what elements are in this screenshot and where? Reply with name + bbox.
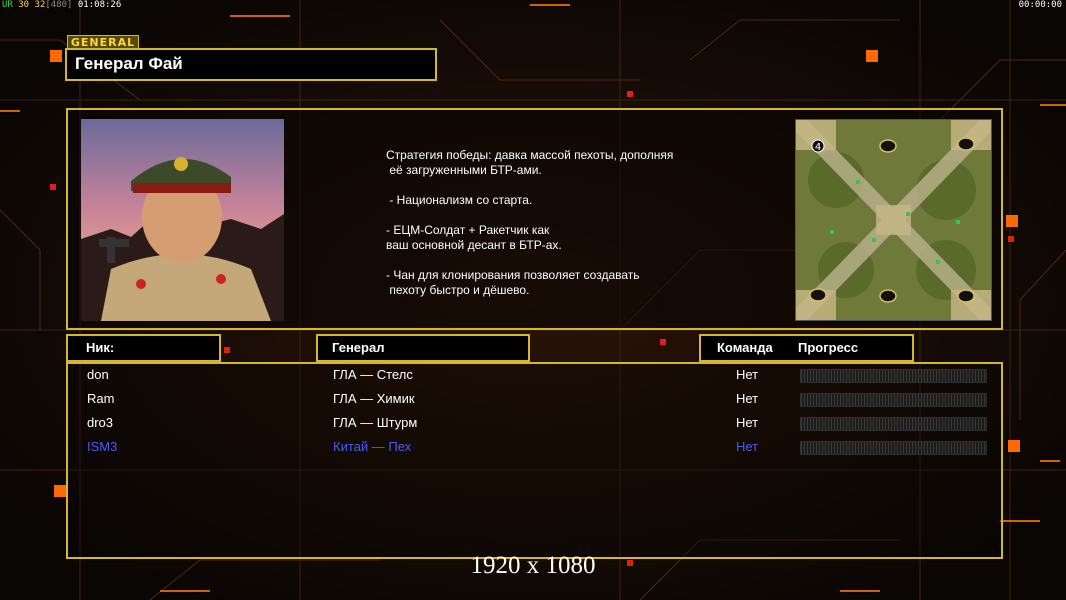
- strategy-line: - Чан для клонирования позволяет создава…: [386, 268, 640, 282]
- strategy-line: её загруженными БТР-ами.: [386, 163, 542, 177]
- strategy-line: - Национализм со старта.: [386, 193, 533, 207]
- player-list: don ГЛА — Стелс Нет Ram ГЛА — Химик Нет …: [66, 362, 1003, 559]
- strategy-line: ваш основной десант в БТР-ах.: [386, 238, 562, 252]
- column-label-general: Генерал: [332, 340, 385, 355]
- player-row: Ram ГЛА — Химик Нет: [68, 389, 1001, 409]
- strategy-line: пехоту быстро и дёшево.: [386, 283, 530, 297]
- column-header-general: Генерал: [316, 334, 530, 362]
- hud-game-time: 01:08:26: [77, 0, 122, 10]
- hud-value-b: 32: [34, 0, 46, 10]
- player-row: don ГЛА — Стелс Нет: [68, 365, 1001, 385]
- strategy-line: Стратегия победы: давка массой пехоты, д…: [386, 148, 674, 162]
- general-portrait: [81, 119, 284, 321]
- player-progress-bar: [800, 441, 987, 455]
- strategy-line: [386, 253, 746, 268]
- player-progress-bar: [800, 417, 987, 431]
- player-team: Нет: [736, 439, 759, 454]
- hud-value-a: 30: [18, 0, 30, 10]
- strategy-line: - ЕЦМ-Солдат + Ракетчик как: [386, 223, 550, 237]
- player-nick: don: [87, 367, 109, 382]
- column-header-nick: Ник:: [66, 334, 221, 362]
- strategy-text: Стратегия победы: давка массой пехоты, д…: [386, 148, 746, 298]
- player-nick: ISM3: [87, 439, 118, 454]
- column-header-team-progress: Команда Прогресс: [699, 334, 914, 362]
- player-team: Нет: [736, 415, 759, 430]
- player-team: Нет: [736, 391, 759, 406]
- player-nick: dro3: [87, 415, 114, 430]
- hud-prefix: UR: [2, 0, 13, 10]
- player-progress-bar: [800, 393, 987, 407]
- player-progress-bar: [800, 369, 987, 383]
- player-general: Китай — Пех: [333, 439, 412, 454]
- player-row-local: ISM3 Китай — Пех Нет: [68, 437, 1001, 457]
- resolution-label: 1920 x 1080: [470, 552, 596, 579]
- strategy-line: [386, 178, 746, 193]
- player-team: Нет: [736, 367, 759, 382]
- player-row: dro3 ГЛА — Штурм Нет: [68, 413, 1001, 433]
- general-title-box: Генерал Фай: [65, 48, 437, 81]
- player-general: ГЛА — Штурм: [333, 415, 418, 430]
- minimap-player-slot: 4: [815, 142, 821, 153]
- player-general: ГЛА — Химик: [333, 391, 415, 406]
- general-name: Генерал Фай: [75, 54, 183, 73]
- general-info-panel: Стратегия победы: давка массой пехоты, д…: [66, 108, 1003, 330]
- hud-value-c: [480]: [45, 0, 73, 10]
- strategy-line: [386, 208, 746, 223]
- fps-counter: UR 30 32[480] 01:08:26: [2, 0, 121, 10]
- column-label-nick: Ник:: [86, 340, 115, 355]
- player-nick: Ram: [87, 391, 115, 406]
- column-label-progress: Прогресс: [798, 340, 859, 355]
- player-general: ГЛА — Стелс: [333, 367, 413, 382]
- column-label-team: Команда: [717, 340, 773, 355]
- hud-clock: 00:00:00: [1018, 0, 1062, 10]
- minimap-preview: 4: [795, 119, 992, 321]
